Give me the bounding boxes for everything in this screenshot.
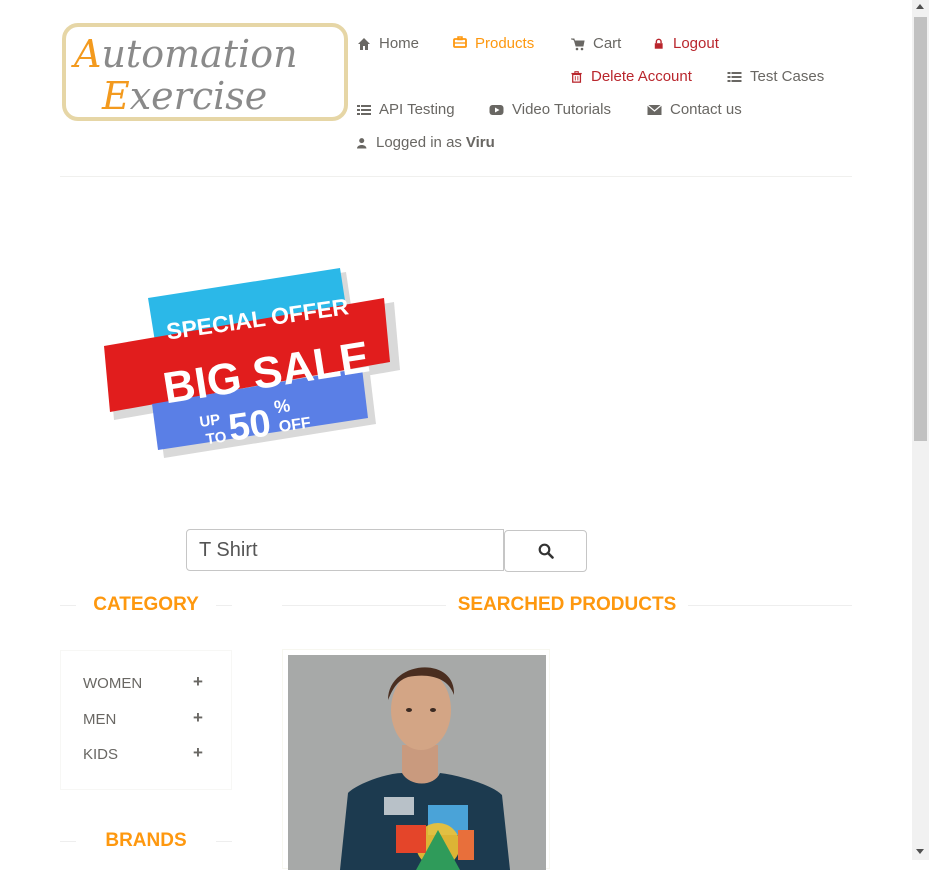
nav-logout[interactable]: Logout: [654, 35, 719, 52]
search-product-input[interactable]: [186, 529, 504, 571]
cart-icon: [571, 38, 585, 50]
product-card[interactable]: [282, 649, 550, 870]
category-kids[interactable]: KIDS: [83, 746, 118, 763]
nav-delete-account[interactable]: Delete Account: [571, 68, 692, 85]
header-divider: [60, 176, 852, 177]
nav-contact-us[interactable]: Contact us: [647, 101, 742, 118]
vertical-scrollbar[interactable]: [912, 0, 929, 860]
nav-api-testing[interactable]: API Testing: [357, 101, 455, 118]
nav-cart[interactable]: Cart: [571, 35, 621, 52]
category-women[interactable]: WOMEN: [83, 675, 142, 692]
scrollbar-thumb[interactable]: [914, 17, 927, 441]
brands-heading: Brands: [60, 830, 232, 852]
logo-accent-e: E: [101, 74, 130, 118]
nav-logout-label: Logout: [673, 35, 719, 52]
searched-products-title: Searched Products: [457, 594, 677, 615]
svg-text:50: 50: [226, 402, 274, 449]
youtube-play-icon: [489, 104, 504, 115]
brands-title: Brands: [105, 830, 187, 851]
nav-products-label: Products: [475, 35, 535, 52]
category-panel: WOMEN + MEN + KIDS +: [60, 650, 232, 790]
nav-contact-us-label: Contact us: [670, 101, 742, 118]
scroll-up-arrow-icon[interactable]: [916, 4, 924, 9]
logo-accent-a: A: [71, 32, 101, 76]
category-men[interactable]: MEN: [83, 711, 116, 728]
searched-products-heading: Searched Products: [282, 594, 852, 616]
nav-products[interactable]: Products: [453, 35, 534, 52]
trash-icon: [571, 70, 582, 83]
nav-delete-account-label: Delete Account: [591, 68, 692, 85]
sale-banner: SPECIAL OFFER BIG SALE UP TO 50 % OFF: [104, 268, 400, 458]
category-kids-expand-icon[interactable]: +: [193, 743, 203, 763]
list-icon: [727, 71, 742, 82]
svg-text:%: %: [273, 395, 292, 417]
scroll-down-arrow-icon[interactable]: [916, 849, 924, 854]
category-women-expand-icon[interactable]: +: [193, 672, 203, 692]
nav-test-cases-label: Test Cases: [750, 68, 825, 85]
site-logo[interactable]: Automation Exercise A E: [62, 23, 348, 121]
search-submit-button[interactable]: [504, 530, 587, 572]
nav-home-label: Home: [379, 35, 420, 52]
category-title: Category: [93, 594, 199, 615]
nav-video-tutorials-label: Video Tutorials: [512, 101, 611, 118]
nav-cart-label: Cart: [593, 35, 622, 52]
briefcase-icon: [453, 35, 467, 48]
product-image: [288, 655, 546, 870]
logged-in-status: Logged in as Viru: [357, 134, 495, 151]
nav-home[interactable]: Home: [357, 35, 419, 52]
home-icon: [358, 37, 370, 50]
svg-text:TO: TO: [205, 428, 228, 448]
nav-video-tutorials[interactable]: Video Tutorials: [489, 101, 611, 118]
logged-in-username: Viru: [465, 134, 495, 151]
list-icon: [357, 104, 371, 115]
category-heading: Category: [60, 594, 232, 616]
search-icon: [538, 543, 554, 559]
lock-icon: [654, 38, 663, 49]
category-men-expand-icon[interactable]: +: [193, 708, 203, 728]
logged-in-prefix: Logged in as: [376, 134, 462, 151]
nav-api-testing-label: API Testing: [379, 101, 455, 118]
logo-line-1: Automation: [71, 32, 298, 76]
svg-text:UP: UP: [198, 411, 221, 431]
nav-test-cases[interactable]: Test Cases: [727, 68, 824, 85]
envelope-icon: [647, 104, 662, 115]
user-icon: [357, 137, 367, 148]
